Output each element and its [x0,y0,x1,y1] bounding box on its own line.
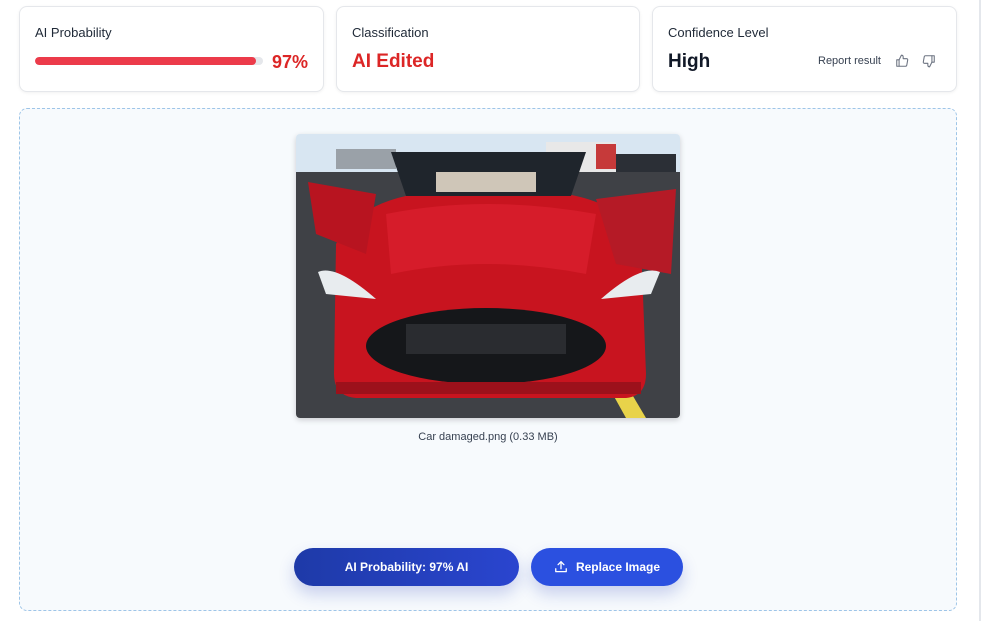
car-image [296,134,680,418]
replace-image-button[interactable]: Replace Image [531,548,683,586]
ai-probability-button[interactable]: AI Probability: 97% AI [294,548,519,586]
ai-probability-button-label: AI Probability: 97% AI [344,560,469,574]
ai-probability-label: AI Probability [35,25,112,40]
image-drop-zone[interactable]: Car damaged.png (0.33 MB) AI Probability… [19,108,957,611]
confidence-card: Confidence Level High Report result [652,6,957,92]
upload-icon [555,561,567,573]
probability-bar-fill [35,57,257,65]
window-edge [979,0,981,621]
confidence-label: Confidence Level [668,25,769,40]
replace-image-label: Replace Image [575,560,661,574]
report-result-label: Report result [818,55,881,67]
ai-probability-card: AI Probability 97% [19,6,324,92]
thumbs-down-icon[interactable] [922,54,936,68]
classification-label: Classification [352,25,429,40]
uploaded-image-preview [296,134,680,418]
thumbs-up-icon[interactable] [895,54,909,68]
probability-value: 97% [271,52,308,72]
classification-value: AI Edited [352,51,435,72]
confidence-value: High [668,51,711,72]
classification-card: Classification AI Edited [336,6,640,92]
file-name-label: Car damaged.png (0.33 MB) [418,431,558,443]
probability-bar [35,57,263,65]
